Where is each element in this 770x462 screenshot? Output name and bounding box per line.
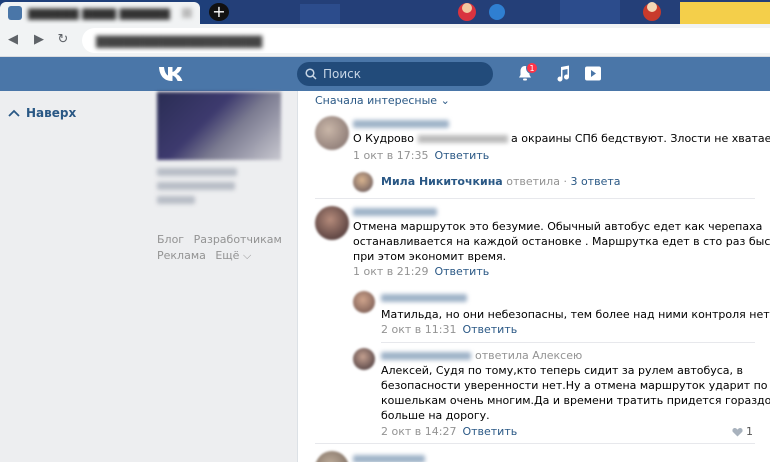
browser-tab-bar: ▇▇▇▇▇▇ ▇▇▇▇ ▇▇▇▇▇▇ +	[0, 0, 770, 24]
browser-address-bar: ◀ ▶ ↻ ▇▇▇▇▇▇▇▇▇▇▇▇▇▇▇▇▇▇	[0, 24, 770, 57]
reload-icon[interactable]: ↻	[56, 33, 70, 47]
separator	[315, 198, 755, 199]
footer-developers-link[interactable]: Разработчикам	[194, 233, 282, 246]
reply-line: кошелькам очень многим.Да и времени трат…	[381, 394, 770, 407]
comment-line: при этом экономит время.	[353, 250, 507, 263]
community-cover-image[interactable]	[157, 92, 281, 160]
comment-text: Отмена маршруток это безумие. Обычный ав…	[353, 219, 770, 264]
comment-text: О Кудрово а окраины СПб бедствуют. Злост…	[353, 131, 770, 146]
reply-button[interactable]: Ответить	[434, 149, 489, 162]
comments-feed: Сначала интересные ⌄ О Кудрово а окраины…	[297, 91, 770, 462]
music-note-icon[interactable]	[556, 65, 570, 82]
reply-avatar[interactable]	[353, 291, 375, 313]
reply-date[interactable]: 2 окт в 14:27	[381, 425, 456, 438]
footer-ads-link[interactable]: Реклама	[157, 249, 206, 262]
footer-blog-link[interactable]: Блог	[157, 233, 184, 246]
thread-summary[interactable]: Мила Никиточкина ответила · 3 ответа	[381, 175, 621, 188]
reply-to-label[interactable]: ответила Алексею	[475, 349, 582, 362]
like-count: 1	[746, 425, 753, 438]
comment-meta: 1 окт в 17:35 Ответить	[353, 149, 489, 162]
like-button[interactable]: 1	[732, 425, 753, 438]
comment-meta: 1 окт в 21:29 Ответить	[353, 265, 489, 278]
thread-author-name[interactable]: Мила Никиточкина	[381, 175, 503, 188]
thread-action: ответила	[506, 175, 560, 188]
comment-line: останавливается на каждой остановке . Ма…	[353, 235, 770, 248]
url-field[interactable]: ▇▇▇▇▇▇▇▇▇▇▇▇▇▇▇▇▇▇	[82, 28, 770, 53]
commenter-name-redacted[interactable]	[353, 455, 425, 462]
comment-text-end: а окраины СПб бедствуют. Злости не хвата…	[511, 132, 770, 145]
footer-links: Блог Разработчикам Реклама Ещё ⌵	[157, 232, 288, 264]
comment-date[interactable]: 1 окт в 17:35	[353, 149, 428, 162]
scroll-up-label: Наверх	[26, 106, 77, 120]
reply-button[interactable]: Ответить	[462, 323, 517, 336]
scroll-up-link[interactable]: Наверх	[8, 106, 76, 120]
reply-line: больше на дорогу.	[381, 409, 490, 422]
footer-more-link[interactable]: Ещё ⌵	[215, 249, 251, 262]
chevron-up-icon	[8, 109, 20, 117]
reply-date[interactable]: 2 окт в 11:31	[381, 323, 456, 336]
redacted-text	[417, 135, 508, 143]
redacted-text	[157, 182, 235, 190]
reply-text: Матильда, но они небезопасны, тем более …	[381, 308, 770, 321]
browser-tab[interactable]: ▇▇▇▇▇▇ ▇▇▇▇ ▇▇▇▇▇▇	[0, 2, 200, 24]
footer-more-label: Ещё	[215, 249, 240, 262]
reply-line: Алексей, Судя по тому,кто теперь сидит з…	[381, 364, 744, 377]
notification-badge: 1	[526, 62, 538, 74]
reply-button[interactable]: Ответить	[434, 265, 489, 278]
new-tab-button[interactable]: +	[209, 3, 229, 21]
heart-icon	[732, 427, 743, 436]
commenter-avatar[interactable]	[315, 206, 349, 240]
commenter-name-redacted[interactable]	[353, 208, 437, 216]
reply-avatar[interactable]	[353, 348, 375, 370]
sort-label: Сначала интересные	[315, 94, 438, 107]
commenter-avatar[interactable]	[315, 116, 349, 150]
redacted-text	[157, 196, 195, 204]
redacted-text	[157, 168, 237, 176]
reply-meta: 2 окт в 14:27 Ответить	[381, 425, 517, 438]
chevron-down-icon: ⌄	[440, 94, 450, 107]
reply-meta: 2 окт в 11:31 Ответить	[381, 323, 517, 336]
thread-replies-count[interactable]: 3 ответа	[570, 175, 620, 188]
comment-date[interactable]: 1 окт в 21:29	[353, 265, 428, 278]
vk-favicon-icon	[8, 6, 22, 20]
url-redacted: ▇▇▇▇▇▇▇▇▇▇▇▇▇▇▇▇▇▇	[96, 34, 263, 48]
comment-line: Отмена маршруток это безумие. Обычный ав…	[353, 220, 763, 233]
reply-text: Алексей, Судя по тому,кто теперь сидит з…	[381, 363, 770, 423]
comment-text-start: О Кудрово	[353, 132, 415, 145]
tab-close-icon[interactable]	[182, 8, 192, 18]
separator	[315, 443, 755, 444]
reply-author-redacted[interactable]	[381, 294, 467, 302]
sort-dropdown[interactable]: Сначала интересные ⌄	[315, 94, 450, 107]
video-play-icon[interactable]	[584, 65, 602, 82]
search-input[interactable]	[323, 67, 483, 81]
reply-button[interactable]: Ответить	[462, 425, 517, 438]
commenter-avatar[interactable]	[315, 451, 349, 462]
vk-header	[0, 57, 770, 91]
search-box[interactable]	[297, 62, 493, 86]
thread-avatar[interactable]	[353, 172, 373, 192]
back-arrow-icon[interactable]: ◀	[6, 33, 20, 47]
vk-logo-icon[interactable]	[158, 65, 186, 83]
reply-line: безопасности уверенности нет.Ну а отмена…	[381, 379, 768, 392]
separator	[381, 342, 755, 343]
reply-author-redacted[interactable]	[381, 352, 471, 360]
forward-arrow-icon[interactable]: ▶	[32, 33, 46, 47]
tab-title-redacted: ▇▇▇▇▇▇ ▇▇▇▇ ▇▇▇▇▇▇	[28, 6, 171, 20]
search-icon	[305, 68, 317, 80]
commenter-name-redacted[interactable]	[353, 120, 449, 128]
